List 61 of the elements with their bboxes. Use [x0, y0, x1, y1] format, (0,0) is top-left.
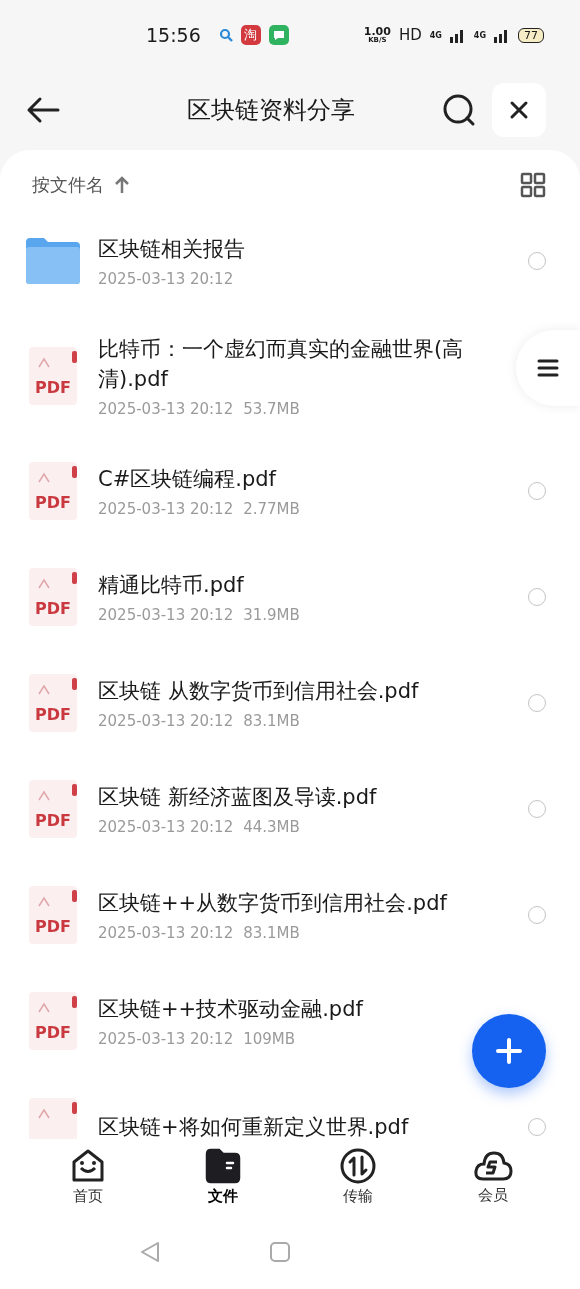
chat-app-icon: [268, 25, 289, 45]
nav-tab[interactable]: 会员: [452, 1149, 533, 1205]
pdf-file-icon: PDF: [29, 347, 77, 405]
nav-tab[interactable]: 文件: [182, 1148, 263, 1206]
file-date: 2025-03-13 20:12: [98, 818, 234, 836]
pdf-file-icon: PDF: [29, 886, 77, 944]
signal-icon: [449, 27, 466, 43]
file-date: 2025-03-13 20:12: [98, 400, 234, 418]
app-notification-icon: 淘: [240, 25, 261, 45]
page-title: 区块链资料分享: [186, 95, 356, 126]
nav-tab[interactable]: 传输: [317, 1148, 398, 1206]
file-size: 109MB: [243, 1030, 296, 1048]
file-size: 31.9MB: [243, 606, 300, 624]
sort-button[interactable]: 按文件名: [32, 173, 104, 197]
nav-tab[interactable]: 首页: [47, 1148, 128, 1206]
pdf-file-icon: PDF: [29, 462, 77, 520]
file-date: 2025-03-13 20:12: [98, 712, 234, 730]
file-name[interactable]: 区块链 新经济蓝图及导读.pdf: [98, 782, 510, 812]
file-size: 2.77MB: [243, 500, 300, 518]
search-icon: [218, 28, 233, 42]
pdf-file-icon: PDF: [29, 568, 77, 626]
file-name[interactable]: C#区块链编程.pdf: [98, 464, 510, 494]
file-date: 2025-03-13 20:12: [98, 924, 234, 942]
file-date: 2025-03-13 20:12: [98, 606, 234, 624]
folder-icon: [204, 1148, 241, 1184]
search-button[interactable]: [442, 93, 476, 127]
network-type: 4G: [473, 30, 486, 40]
network-type: 4G: [429, 30, 442, 40]
file-date: 2025-03-13 20:12: [98, 1030, 234, 1048]
signal-icon: [494, 27, 510, 43]
file-name[interactable]: 精通比特币.pdf: [98, 570, 510, 600]
file-name[interactable]: 区块链+将如何重新定义世界.pdf: [98, 1112, 510, 1139]
hd-indicator: HD: [398, 26, 422, 44]
net-speed: 1.00: [363, 26, 391, 37]
battery-level: 77: [518, 27, 544, 43]
file-name[interactable]: 区块链++从数字货币到信用社会.pdf: [98, 888, 510, 918]
file-size: 83.1MB: [243, 712, 300, 730]
close-button[interactable]: [492, 83, 546, 137]
file-size: 44.3MB: [243, 818, 300, 836]
grid-view-button[interactable]: [520, 172, 546, 198]
file-date: 2025-03-13 20:12: [98, 270, 234, 288]
pdf-file-icon: [29, 1098, 77, 1139]
file-name[interactable]: 区块链++技术驱动金融.pdf: [98, 994, 510, 1024]
pdf-file-icon: PDF: [29, 780, 77, 838]
file-size: 83.1MB: [243, 924, 300, 942]
file-name[interactable]: 比特币：一个虚幻而真实的金融世界(高清).pdf: [98, 334, 510, 394]
pdf-file-icon: PDF: [29, 674, 77, 732]
close-icon[interactable]: [509, 100, 529, 120]
file-name[interactable]: 区块链相关报告: [98, 234, 510, 264]
file-date: 2025-03-13 20:12: [98, 500, 234, 518]
status-time: 15:56: [146, 24, 201, 46]
file-size: 53.7MB: [243, 400, 300, 418]
arrow-up-icon: [114, 176, 130, 194]
cloud-icon: [472, 1149, 513, 1183]
folder-icon: [26, 238, 80, 284]
plus-icon[interactable]: [495, 1037, 523, 1065]
pdf-file-icon: PDF: [29, 992, 77, 1050]
back-button[interactable]: [26, 96, 60, 124]
file-name[interactable]: 区块链 从数字货币到信用社会.pdf: [98, 676, 510, 706]
transfer-icon: [339, 1148, 376, 1184]
menu-icon[interactable]: [537, 358, 559, 378]
